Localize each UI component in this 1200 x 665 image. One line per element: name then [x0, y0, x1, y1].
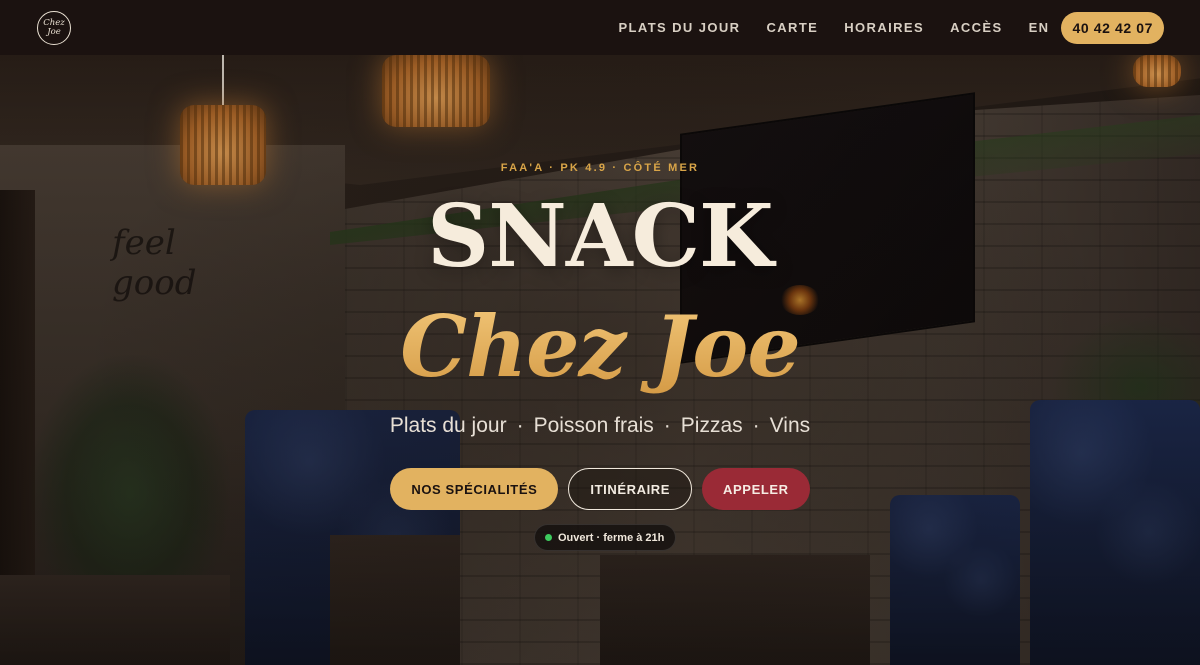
hero-subtitle: Plats du jour · Poisson frais · Pizzas · Vins: [0, 414, 1200, 438]
opening-status-badge: Ouvert · ferme à 21h: [534, 524, 677, 551]
phone-button[interactable]: 40 42 42 07: [1061, 11, 1164, 44]
subtitle-item: Plats du jour: [389, 414, 507, 437]
language-switch[interactable]: EN: [1029, 20, 1050, 35]
nav-link-acces[interactable]: ACCÈS: [950, 20, 1003, 35]
hero-tagline: FAA'A · PK 4.9 · CÔTÉ MER: [500, 162, 700, 174]
appeler-button[interactable]: APPELER: [702, 468, 810, 510]
logo-line: Joe: [47, 26, 61, 37]
status-dot-icon: [545, 534, 552, 541]
hero-section: FAA'A · PK 4.9 · CÔTÉ MER SNACK Chez Joe…: [0, 55, 1200, 665]
hero-title: SNACK: [427, 186, 774, 287]
subtitle-item: Vins: [769, 414, 811, 437]
opening-status-text: Ouvert · ferme à 21h: [558, 531, 665, 544]
hero-title-script: Chez Joe: [0, 297, 1200, 397]
specialites-button[interactable]: NOS SPÉCIALITÉS: [390, 468, 559, 510]
cta-button-group: NOS SPÉCIALITÉS ITINÉRAIRE APPELER: [0, 468, 1200, 510]
subtitle-item: Pizzas: [680, 414, 743, 437]
site-logo[interactable]: Chez Joe: [37, 10, 71, 45]
subtitle-item: Poisson frais: [533, 414, 654, 437]
itineraire-button[interactable]: ITINÉRAIRE: [568, 468, 693, 510]
main-nav: PLATS DU JOUR CARTE HORAIRES ACCÈS EN 40…: [618, 11, 1164, 44]
nav-link-horaires[interactable]: HORAIRES: [844, 20, 924, 35]
subtitle-separator: ·: [752, 414, 760, 437]
site-header: Chez Joe PLATS DU JOUR CARTE HORAIRES AC…: [0, 0, 1200, 55]
subtitle-separator: ·: [663, 414, 671, 437]
nav-link-carte[interactable]: CARTE: [766, 20, 818, 35]
nav-link-plats-du-jour[interactable]: PLATS DU JOUR: [618, 20, 740, 35]
subtitle-separator: ·: [516, 414, 524, 437]
